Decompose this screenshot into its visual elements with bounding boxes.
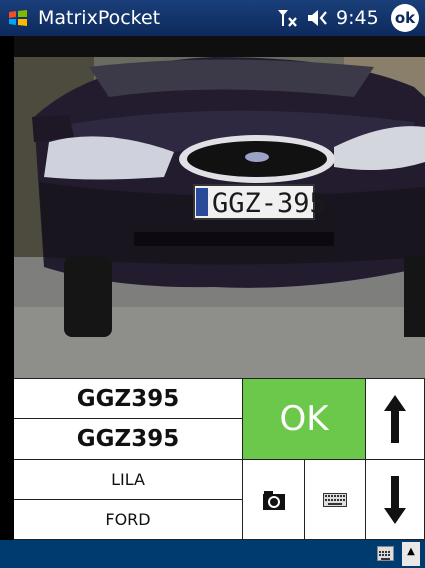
windows-start-icon[interactable] — [8, 8, 28, 28]
plate-secondary-cell[interactable]: GGZ395 — [14, 419, 243, 460]
plate-primary: GGZ395 — [76, 385, 180, 412]
vehicle-make: FORD — [105, 510, 151, 529]
photo-top-gap — [14, 36, 425, 57]
scroll-up-button[interactable] — [366, 378, 425, 460]
bottom-bar: ▲ — [0, 540, 425, 568]
left-edge — [0, 36, 14, 540]
plate-primary-cell[interactable]: GGZ395 — [14, 378, 243, 419]
recognition-panel: GGZ395 GGZ395 LILA FORD OK — [14, 378, 425, 540]
ok-button-label: OK — [279, 399, 329, 439]
arrow-down-icon — [384, 475, 406, 524]
color-cell[interactable]: LILA — [14, 460, 243, 500]
keyboard-icon — [323, 492, 347, 507]
license-plate-text: GGZ-395 — [212, 188, 326, 219]
plate-secondary: GGZ395 — [76, 426, 180, 452]
arrow-up-icon — [384, 395, 406, 443]
keyboard-button[interactable] — [305, 460, 366, 540]
scroll-up-icon[interactable]: ▲ — [402, 542, 420, 566]
camera-photo: GGZ-395 — [14, 57, 425, 379]
ok-button[interactable]: OK — [243, 378, 366, 460]
camera-button[interactable] — [243, 460, 305, 540]
signal-off-icon[interactable] — [276, 6, 300, 30]
scroll-down-button[interactable] — [366, 460, 425, 540]
title-bar: MatrixPocket 9:45 ok — [0, 0, 425, 36]
camera-icon — [262, 490, 285, 510]
app-title: MatrixPocket — [38, 7, 161, 29]
ok-close-button[interactable]: ok — [391, 4, 419, 32]
keyboard-icon[interactable] — [377, 546, 394, 561]
speaker-icon[interactable] — [306, 7, 330, 29]
vehicle-color: LILA — [111, 470, 145, 489]
make-cell[interactable]: FORD — [14, 500, 243, 540]
clock[interactable]: 9:45 — [336, 7, 379, 29]
